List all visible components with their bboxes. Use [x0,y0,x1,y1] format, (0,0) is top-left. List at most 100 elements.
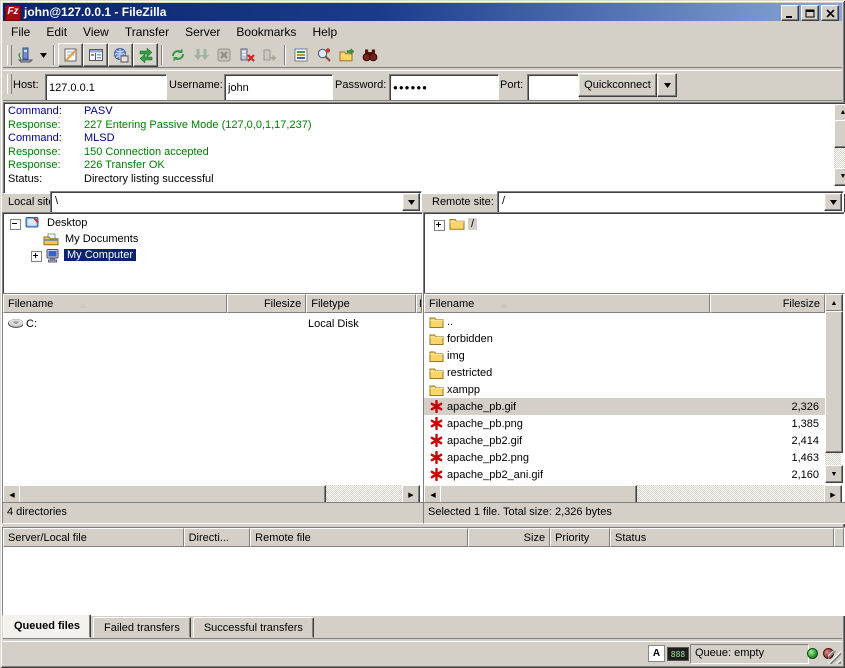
image-file-icon [429,434,444,447]
queue-list-empty[interactable] [3,547,844,613]
directory-comparison-icon [316,47,332,63]
toggle-transfer-queue-button[interactable] [133,43,158,67]
quickconnect-button[interactable]: Quickconnect [578,73,657,97]
expand-expander[interactable] [434,220,445,231]
toggle-remote-tree-button[interactable] [108,43,133,67]
menu-help[interactable]: Help [304,23,345,41]
transfer-type-icon[interactable] [648,645,665,662]
port-input[interactable] [527,74,579,101]
menu-view[interactable]: View [75,23,117,41]
remote-site-combo[interactable]: / [497,191,844,213]
tab-queued-files[interactable]: Queued files [3,614,91,638]
scrollbar-thumb[interactable] [834,120,845,148]
scrollbar-thumb[interactable] [825,311,843,453]
cancel-button[interactable] [212,44,235,66]
toolbar-gripper[interactable] [7,45,12,65]
file-row-selected[interactable]: apache_pb.gif 2,326 [424,398,825,415]
queue-size-indicator: Queue: empty [690,644,809,664]
process-queue-button[interactable] [189,44,212,66]
file-row[interactable]: xampp [424,381,825,398]
site-manager-button[interactable] [14,44,37,66]
collapse-expander[interactable] [10,219,21,230]
disconnect-button[interactable] [235,44,258,66]
column-header-filetype[interactable]: Filetype [306,294,416,313]
expand-expander[interactable] [31,251,42,262]
port-label: Port: [500,79,523,91]
directory-comparison-button[interactable] [312,44,335,66]
password-input[interactable] [389,74,499,101]
refresh-button[interactable] [166,44,189,66]
file-row[interactable]: .. [424,313,825,330]
column-header-filename[interactable]: Filename [424,294,710,313]
window-title: john@127.0.0.1 - FileZilla [24,5,166,19]
column-header-direction[interactable]: Directi... [184,528,251,547]
message-log[interactable]: Command:PASV Response:227 Entering Passi… [3,102,845,194]
tree-item-my-computer[interactable]: My Computer [3,248,422,264]
menu-transfer[interactable]: Transfer [117,23,177,41]
file-row[interactable]: apache_pb2.png 1,463 [424,449,825,466]
column-header-spacer [834,528,844,547]
column-header-remote-file[interactable]: Remote file [250,528,468,547]
speed-limit-icon[interactable] [667,647,689,661]
remote-vertical-scrollbar[interactable] [825,294,841,483]
column-header-last-modified[interactable]: L [416,294,422,313]
remote-file-list[interactable]: .. forbidden img restricted xampp [424,313,825,483]
host-input[interactable] [45,74,167,101]
column-header-status[interactable]: Status [610,528,834,547]
menu-bookmarks[interactable]: Bookmarks [228,23,304,41]
maximize-button[interactable] [801,5,819,21]
close-button[interactable] [821,5,839,21]
toggle-message-log-button[interactable] [58,43,83,67]
quickconnect-dropdown-button[interactable] [657,73,677,97]
my-documents-icon [43,232,59,249]
menu-file[interactable]: File [3,23,38,41]
chevron-down-icon [830,200,837,205]
scroll-down-button[interactable] [834,168,845,186]
column-header-filesize[interactable]: Filesize [227,294,307,313]
column-header-size[interactable]: Size [468,528,550,547]
file-row[interactable]: apache_pb2_ani.gif 2,160 [424,466,825,483]
local-tree-icon [88,47,104,63]
synchronized-browsing-button[interactable] [335,44,358,66]
remote-site-label: Remote site: [432,196,494,208]
reconnect-button[interactable] [258,44,281,66]
column-header-server-local-file[interactable]: Server/Local file [3,528,184,547]
toggle-local-tree-button[interactable] [83,43,108,67]
minimize-button[interactable] [781,5,799,21]
find-files-button[interactable] [358,44,381,66]
dropdown-arrow-button[interactable] [402,193,420,211]
file-row[interactable]: apache_pb.png 1,385 [424,415,825,432]
file-row[interactable]: apache_pb2.gif 2,414 [424,432,825,449]
local-horizontal-scrollbar[interactable] [3,485,420,502]
tree-item-my-documents[interactable]: My Documents [3,232,422,248]
site-manager-dropdown-button[interactable] [37,44,50,66]
tab-successful-transfers[interactable]: Successful transfers [193,617,314,638]
filetype-cell: Local Disk [308,318,359,330]
file-row[interactable]: forbidden [424,330,825,347]
tree-item-desktop[interactable]: Desktop [3,216,422,232]
menu-server[interactable]: Server [177,23,228,41]
dropdown-arrow-button[interactable] [824,193,842,211]
column-header-filename[interactable]: Filename [3,294,227,313]
tree-item-root[interactable]: / [424,217,844,233]
local-site-combo[interactable]: \ [50,191,422,213]
username-input[interactable] [224,74,333,101]
quickbar-gripper[interactable] [7,74,12,94]
queue-tabs: Queued files Failed transfers Successful… [3,616,316,638]
filters-button[interactable] [289,44,312,66]
scroll-down-button[interactable] [825,465,843,483]
local-file-list[interactable]: C: Local Disk [3,313,422,483]
remote-horizontal-scrollbar[interactable] [424,485,842,502]
tab-failed-transfers[interactable]: Failed transfers [93,617,191,638]
scroll-up-button[interactable] [825,294,843,312]
file-row-local-disk[interactable]: C: Local Disk [3,315,422,332]
resize-grip[interactable] [828,651,841,664]
column-header-filesize[interactable]: Filesize [710,294,825,313]
menu-edit[interactable]: Edit [38,23,75,41]
file-row[interactable]: restricted [424,364,825,381]
file-row[interactable]: img [424,347,825,364]
title-bar[interactable]: Fz john@127.0.0.1 - FileZilla [3,3,842,21]
log-scrollbar[interactable] [834,104,845,186]
remote-tree-icon [113,47,129,63]
column-header-priority[interactable]: Priority [550,528,610,547]
